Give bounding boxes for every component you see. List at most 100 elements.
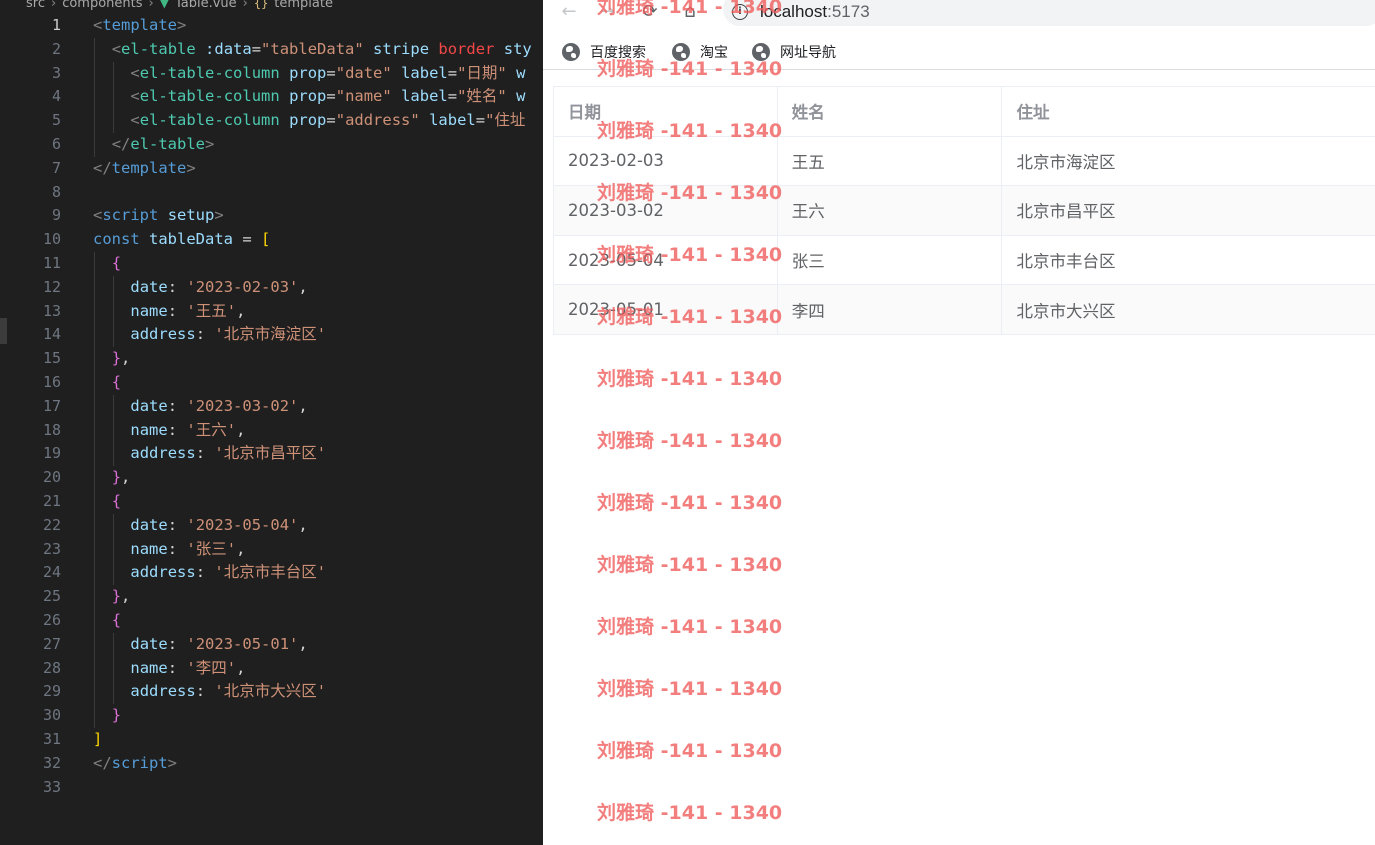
code-token: }	[111, 349, 122, 368]
bookmark-baidu[interactable]: 百度搜索	[562, 42, 646, 62]
vue-file-icon: ▼	[159, 0, 169, 10]
code-line[interactable]: 9 <script setup>	[0, 204, 543, 228]
code-line[interactable]: 6 </el-table>	[0, 132, 543, 157]
code-text: date: '2023-02-03',	[130, 276, 307, 300]
url-text[interactable]: localhost:5173	[760, 2, 870, 22]
code-line[interactable]: 5 <el-table-column prop="address" label="…	[0, 109, 543, 133]
code-text: date: '2023-05-04',	[130, 514, 307, 538]
code-token: setup	[167, 206, 215, 225]
breadcrumb-components[interactable]: components	[62, 0, 142, 11]
code-token: =	[251, 39, 262, 58]
code-area[interactable]: 1 <template> 2 <el-table :data="tableData" …	[0, 14, 543, 799]
code-line[interactable]: 25},	[0, 585, 543, 609]
code-text: </template>	[93, 157, 196, 181]
table-row[interactable]: 2023-03-02 王六 北京市昌平区	[553, 185, 1375, 236]
line-number: 27	[42, 634, 61, 653]
code-token: const	[93, 230, 140, 249]
indent-guide	[94, 585, 95, 609]
cell-address: 北京市昌平区	[1001, 185, 1375, 236]
code-token: ,	[121, 587, 131, 606]
code-line[interactable]: 24 address: '北京市丰台区'	[0, 561, 543, 586]
code-line[interactable]: 8	[0, 181, 543, 205]
code-line[interactable]: 28 name: '李四',	[0, 656, 543, 681]
code-line[interactable]: 18 name: '王六',	[0, 418, 543, 443]
header-address[interactable]: 住址	[1001, 86, 1375, 137]
code-token: :	[167, 301, 187, 320]
table-row[interactable]: 2023-05-04 张三 北京市丰台区	[553, 234, 1375, 286]
indent-guide	[94, 632, 95, 657]
header-name[interactable]: 姓名	[776, 86, 1003, 137]
code-token: name	[130, 658, 168, 677]
code-token: address	[130, 325, 196, 344]
breadcrumb-symbol[interactable]: template	[274, 0, 333, 11]
code-line[interactable]: 17 date: '2023-03-02',	[0, 394, 543, 419]
bookmark-taobao[interactable]: 淘宝	[672, 42, 728, 62]
code-token: ,	[236, 301, 246, 320]
code-line[interactable]: 10 const tableData = [	[0, 228, 543, 252]
code-token: template	[102, 16, 177, 34]
code-line[interactable]: 4 <el-table-column prop="name" label="姓名"…	[0, 85, 543, 110]
code-line[interactable]: 30}	[0, 704, 543, 728]
code-line[interactable]: 26 {	[0, 608, 543, 633]
code-line[interactable]: 19 address: '北京市昌平区'	[0, 442, 543, 467]
code-line[interactable]: 21 {	[0, 489, 543, 514]
code-line[interactable]: 31]	[0, 728, 543, 752]
code-line[interactable]: 14 address: '北京市海淀区'	[0, 323, 543, 348]
code-token: :data	[205, 39, 252, 58]
code-line[interactable]: 15},	[0, 347, 543, 371]
indent-guide	[112, 537, 114, 562]
code-line[interactable]: 1 <template>	[0, 14, 543, 38]
code-token: script	[111, 753, 168, 772]
code-text: <el-table-column prop="date" label="日期" …	[130, 62, 525, 86]
indent-guide	[112, 275, 114, 300]
breadcrumb-file[interactable]: Table.vue	[175, 0, 237, 11]
home-icon[interactable]: ⌂	[679, 1, 701, 23]
code-token: el-table	[130, 134, 206, 153]
indent-guide	[94, 537, 95, 562]
code-token: '北京市昌平区'	[214, 444, 327, 463]
code-editor[interactable]: src › components › ▼ Table.vue › {} temp…	[0, 0, 543, 845]
code-line[interactable]: 16 {	[0, 370, 543, 395]
reload-icon[interactable]: ⟳	[639, 1, 661, 23]
code-token: ,	[236, 420, 246, 439]
code-line[interactable]: 3 <el-table-column prop="date" label="日期"…	[0, 61, 543, 86]
code-token: name	[130, 420, 168, 439]
code-line[interactable]: 33	[0, 776, 543, 800]
line-number: 33	[42, 777, 61, 796]
code-line[interactable]: 13 name: '王五',	[0, 299, 543, 324]
code-text: <script setup>	[93, 204, 224, 228]
code-line[interactable]: 20},	[0, 466, 543, 490]
code-token: address	[130, 682, 196, 701]
bookmark-nav[interactable]: 网址导航	[752, 42, 836, 62]
code-line[interactable]: 22 date: '2023-05-04',	[0, 513, 543, 538]
code-line[interactable]: 7 </template>	[0, 157, 543, 181]
header-date[interactable]: 日期	[553, 86, 778, 137]
table-row[interactable]: 2023-05-01 李四 北京市大兴区	[553, 284, 1375, 335]
forward-arrow-icon[interactable]: →	[596, 1, 618, 23]
code-line[interactable]: 29 address: '北京市大兴区'	[0, 680, 543, 705]
code-line[interactable]: 11 {	[0, 251, 543, 276]
code-line[interactable]: 2 <el-table :data="tableData" stripe bord…	[0, 37, 543, 62]
indent-guide	[94, 109, 95, 133]
code-token: =	[475, 111, 486, 130]
table-row[interactable]: 2023-02-03 王五 北京市海淀区	[553, 135, 1375, 187]
cell-name: 王五	[776, 135, 1003, 187]
cell-date: 2023-02-03	[553, 135, 778, 187]
breadcrumb-src[interactable]: src	[26, 0, 45, 11]
info-icon[interactable]: i	[732, 4, 748, 20]
code-line[interactable]: 32 </script>	[0, 752, 543, 776]
back-arrow-icon[interactable]: ←	[558, 1, 580, 23]
code-line[interactable]: 27 date: '2023-05-01',	[0, 632, 543, 657]
code-line[interactable]: 23 name: '张三',	[0, 537, 543, 562]
browser-toolbar: ← → ⟳ ⌂ i localhost:5173	[543, 0, 1375, 28]
line-number: 19	[42, 444, 61, 463]
code-line[interactable]: 12 date: '2023-02-03',	[0, 275, 543, 300]
code-token: :	[195, 682, 215, 701]
chevron-right-icon: ›	[50, 0, 57, 11]
code-token: <	[130, 111, 140, 130]
line-number: 5	[51, 111, 61, 130]
code-token: <	[93, 206, 103, 225]
code-token: }	[111, 587, 122, 606]
